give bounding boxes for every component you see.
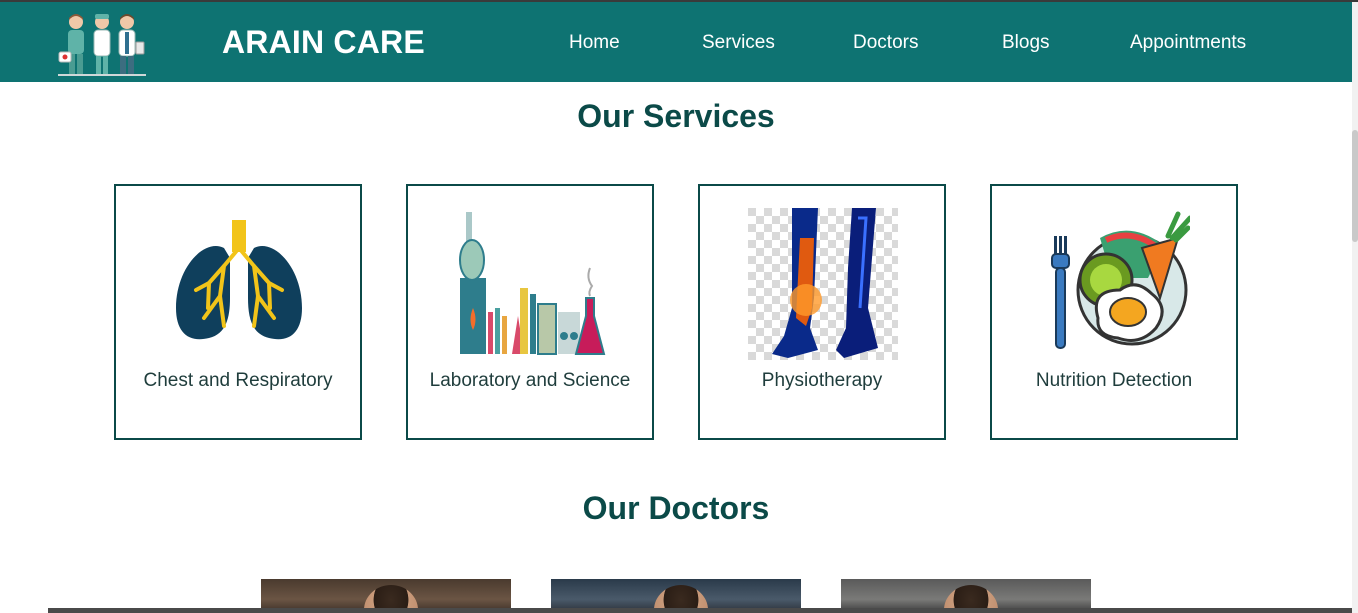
doctors-heading: Our Doctors [582,490,770,526]
service-label: Chest and Respiratory [143,370,333,391]
service-label: Physiotherapy [761,370,883,391]
leg-joint-icon [748,208,898,360]
food-plate-icon [1051,211,1190,349]
services-heading: Our Services [577,98,775,134]
service-card-laboratory[interactable]: Laboratory and Science [406,184,654,440]
service-label: Laboratory and Science [429,370,631,391]
nav-doctors[interactable]: Doctors [853,32,918,54]
scrollbar-thumb[interactable] [1352,130,1358,242]
lab-equipment-icon [459,212,606,355]
service-card-chest[interactable]: Chest and Respiratory [114,184,362,440]
navbar: ARAIN CARE Home Services Doctors Blogs A… [0,2,1352,82]
nav-appointments[interactable]: Appointments [1130,32,1246,54]
nav-home[interactable]: Home [569,32,620,54]
main-nav: Home Services Doctors Blogs Appointments [0,2,1352,82]
services-grid: Chest and Respiratory Laboratory and Sci… [0,184,1352,440]
vertical-scrollbar[interactable] [1352,2,1358,613]
service-card-physiotherapy[interactable]: Physiotherapy [698,184,946,440]
horizontal-scrollbar[interactable] [48,608,1352,613]
nav-services[interactable]: Services [702,32,775,54]
lungs-icon [176,220,302,340]
service-card-nutrition[interactable]: Nutrition Detection [990,184,1238,440]
service-label: Nutrition Detection [1035,370,1193,391]
nav-blogs[interactable]: Blogs [1002,32,1050,54]
